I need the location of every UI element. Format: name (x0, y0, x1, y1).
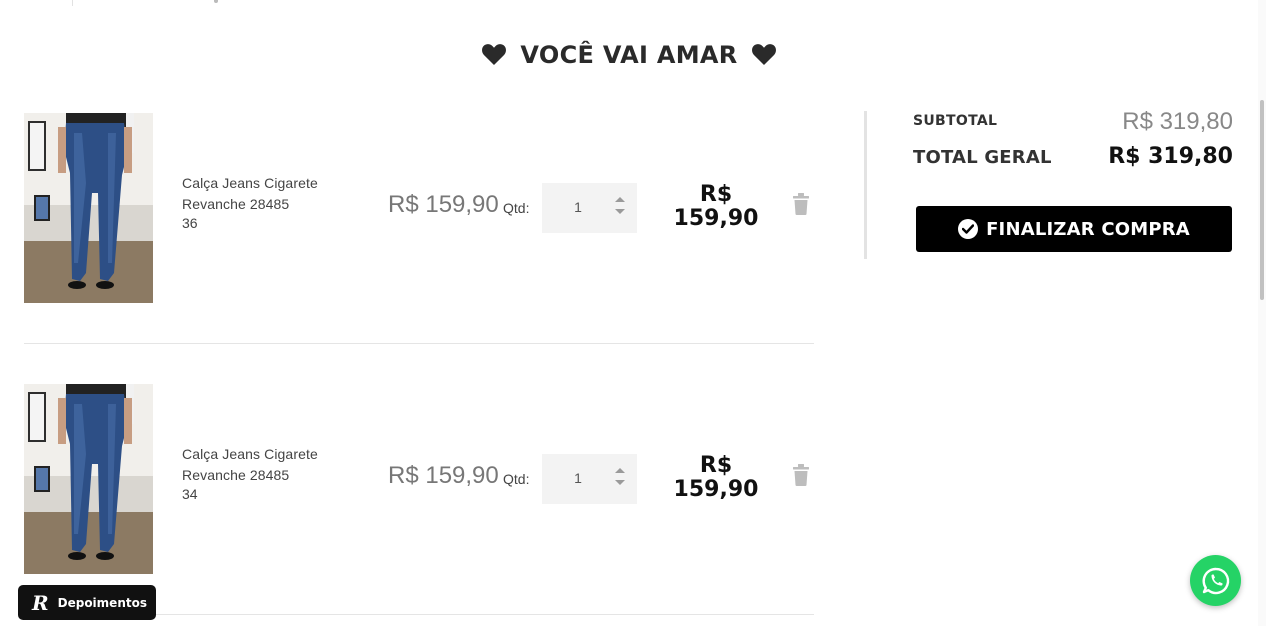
trash-icon[interactable] (793, 464, 809, 486)
grand-total-label: TOTAL GERAL (913, 147, 1052, 168)
page-title-text: VOCÊ VAI AMAR (520, 41, 738, 69)
quantity-input[interactable]: 1 (542, 470, 614, 486)
scrollbar-track[interactable] (1258, 0, 1266, 626)
stepper-arrows[interactable] (614, 197, 626, 219)
cart-item: Calça Jeans Cigarete Revanche 28485 34 R… (24, 384, 814, 615)
chevron-down-icon[interactable] (615, 209, 625, 214)
product-image[interactable] (24, 384, 153, 574)
quantity-stepper[interactable]: 1 (542, 454, 637, 504)
product-name[interactable]: Calça Jeans Cigarete Revanche 28485 (182, 444, 352, 486)
subtotal-label: SUBTOTAL (913, 113, 998, 129)
top-divider (72, 0, 73, 6)
cart-item: Calça Jeans Cigarete Revanche 28485 36 R… (24, 113, 814, 344)
subtotal-value: R$ 319,80 (1122, 108, 1233, 135)
unit-price: R$ 159,90 (388, 462, 499, 489)
unit-price: R$ 159,90 (388, 191, 499, 218)
quantity-input[interactable]: 1 (542, 199, 614, 215)
line-total: R$ 159,90 (673, 453, 759, 502)
testimonials-logo-icon: R (32, 590, 49, 615)
top-remnant-mark (214, 0, 218, 3)
heart-icon (752, 43, 777, 65)
quantity-label: Qtd: (503, 200, 530, 216)
testimonials-button[interactable]: R Depoimentos (18, 585, 156, 620)
page-title: VOCÊ VAI AMAR (0, 38, 1258, 72)
checkout-button[interactable]: FINALIZAR COMPRA (916, 206, 1232, 252)
chevron-down-icon[interactable] (615, 480, 625, 485)
stepper-arrows[interactable] (614, 468, 626, 490)
whatsapp-button[interactable] (1190, 555, 1241, 606)
whatsapp-icon (1202, 567, 1229, 594)
grand-total-value: R$ 319,80 (1108, 144, 1233, 169)
heart-icon (481, 43, 506, 65)
summary-divider (864, 111, 867, 259)
scrollbar-thumb[interactable] (1260, 100, 1264, 300)
trash-icon[interactable] (793, 193, 809, 215)
check-circle-icon (958, 219, 979, 239)
product-name[interactable]: Calça Jeans Cigarete Revanche 28485 (182, 173, 352, 215)
chevron-up-icon[interactable] (615, 197, 625, 202)
product-size: 36 (182, 215, 198, 231)
quantity-stepper[interactable]: 1 (542, 183, 637, 233)
line-total: R$ 159,90 (673, 182, 759, 231)
product-image[interactable] (24, 113, 153, 303)
chevron-up-icon[interactable] (615, 468, 625, 473)
checkout-label: FINALIZAR COMPRA (986, 218, 1190, 240)
quantity-label: Qtd: (503, 471, 530, 487)
testimonials-label: Depoimentos (57, 595, 147, 610)
product-size: 34 (182, 486, 198, 502)
